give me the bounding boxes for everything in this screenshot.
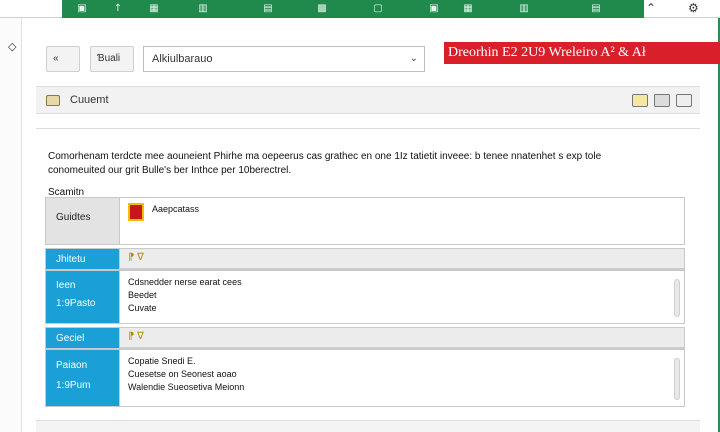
- row-marker: ⁋ ∇: [120, 328, 684, 348]
- table-row[interactable]: Guidtes Aaepcatass: [45, 197, 685, 245]
- row-label: Jhitetu: [46, 249, 120, 269]
- edit-icon[interactable]: [632, 94, 648, 107]
- ribbon-icon[interactable]: ▦: [148, 3, 160, 15]
- ribbon-icon[interactable]: ↑: [112, 3, 124, 15]
- panel-title: Cuuemt: [70, 94, 109, 106]
- folder-icon: [46, 95, 60, 106]
- settings-icon[interactable]: ⚙: [688, 1, 699, 15]
- row-value: Aaepcatass: [120, 198, 684, 244]
- ribbon-icon[interactable]: ▣: [76, 3, 88, 15]
- row-label: Geciel: [46, 328, 120, 348]
- row-line: Copatie Snedi E.: [128, 356, 196, 366]
- ribbon-icon[interactable]: ▣: [428, 3, 440, 15]
- row-line: Beedet: [128, 290, 157, 300]
- row-label: Guidtes: [46, 198, 120, 244]
- minimize-icon[interactable]: ⌃: [646, 1, 656, 15]
- description-line: conomeuited our grit Bulle's ber Inthce …: [48, 165, 292, 176]
- left-rail: ◇: [0, 18, 22, 432]
- scrollbar[interactable]: [674, 358, 680, 400]
- ribbon-icon[interactable]: ▥: [197, 3, 209, 15]
- chevron-down-icon: ⌄: [409, 53, 418, 64]
- dropdown-value: Alkiulbarauo: [152, 53, 213, 65]
- row-line: Cuesetse on Seonest aoao: [128, 369, 237, 379]
- row-line: Cuvate: [128, 303, 157, 313]
- row-value: Cdsnedder nerse earat cees Beedet Cuvate: [120, 271, 684, 323]
- description-line: Comorhenam terdcte mee aouneient Phirhe …: [48, 151, 602, 162]
- view-icon[interactable]: [676, 94, 692, 107]
- status-bar: [36, 420, 700, 432]
- row-line: Walendie Sueosetiva Meionn: [128, 382, 245, 392]
- ribbon-icon[interactable]: ▩: [316, 3, 328, 15]
- row-marker: ⁋ ∇: [120, 249, 684, 269]
- ribbon-toolbar: ▣ ↑ ▦ ▥ ▤ ▩ ▢ ▣ ▦ ▥ ▤: [62, 0, 644, 18]
- copy-icon[interactable]: [654, 94, 670, 107]
- row-value: Copatie Snedi E. Cuesetse on Seonest aoa…: [120, 350, 684, 406]
- ribbon-icon[interactable]: ▢: [372, 3, 384, 15]
- row-label: Ieen 1:9Pasto: [46, 271, 120, 323]
- diamond-icon[interactable]: ◇: [8, 40, 16, 53]
- ribbon-icon[interactable]: ▥: [518, 3, 530, 15]
- mark-button[interactable]: Ɓuali: [90, 46, 134, 72]
- selection-dropdown[interactable]: Alkiulbarauo ⌄: [143, 46, 425, 72]
- ribbon-icon[interactable]: ▦: [462, 3, 474, 15]
- ribbon: ▣ ↑ ▦ ▥ ▤ ▩ ▢ ▣ ▦ ▥ ▤ ⌃ ⚙: [0, 0, 720, 18]
- table-row[interactable]: Jhitetu ⁋ ∇: [45, 248, 685, 270]
- row-label: Paiaon 1:9Pum: [46, 350, 120, 406]
- table-row[interactable]: Paiaon 1:9Pum Copatie Snedi E. Cuesetse …: [45, 349, 685, 407]
- table-row[interactable]: Ieen 1:9Pasto Cdsnedder nerse earat cees…: [45, 270, 685, 324]
- row-line: Cdsnedder nerse earat cees: [128, 277, 242, 287]
- alert-banner: Dreorhin E2 2U9 Wreleiro A² & Ał: [444, 42, 720, 64]
- back-button[interactable]: «: [46, 46, 80, 72]
- ribbon-icon[interactable]: ▤: [262, 3, 274, 15]
- scrollbar[interactable]: [674, 279, 680, 317]
- table-row[interactable]: Geciel ⁋ ∇: [45, 327, 685, 349]
- flag-icon: [128, 203, 144, 221]
- description: Comorhenam terdcte mee aouneient Phirhe …: [48, 150, 648, 178]
- row-value-text: Aaepcatass: [152, 204, 200, 214]
- ribbon-icon[interactable]: ▤: [590, 3, 602, 15]
- panel-header: Cuuemt: [36, 86, 700, 114]
